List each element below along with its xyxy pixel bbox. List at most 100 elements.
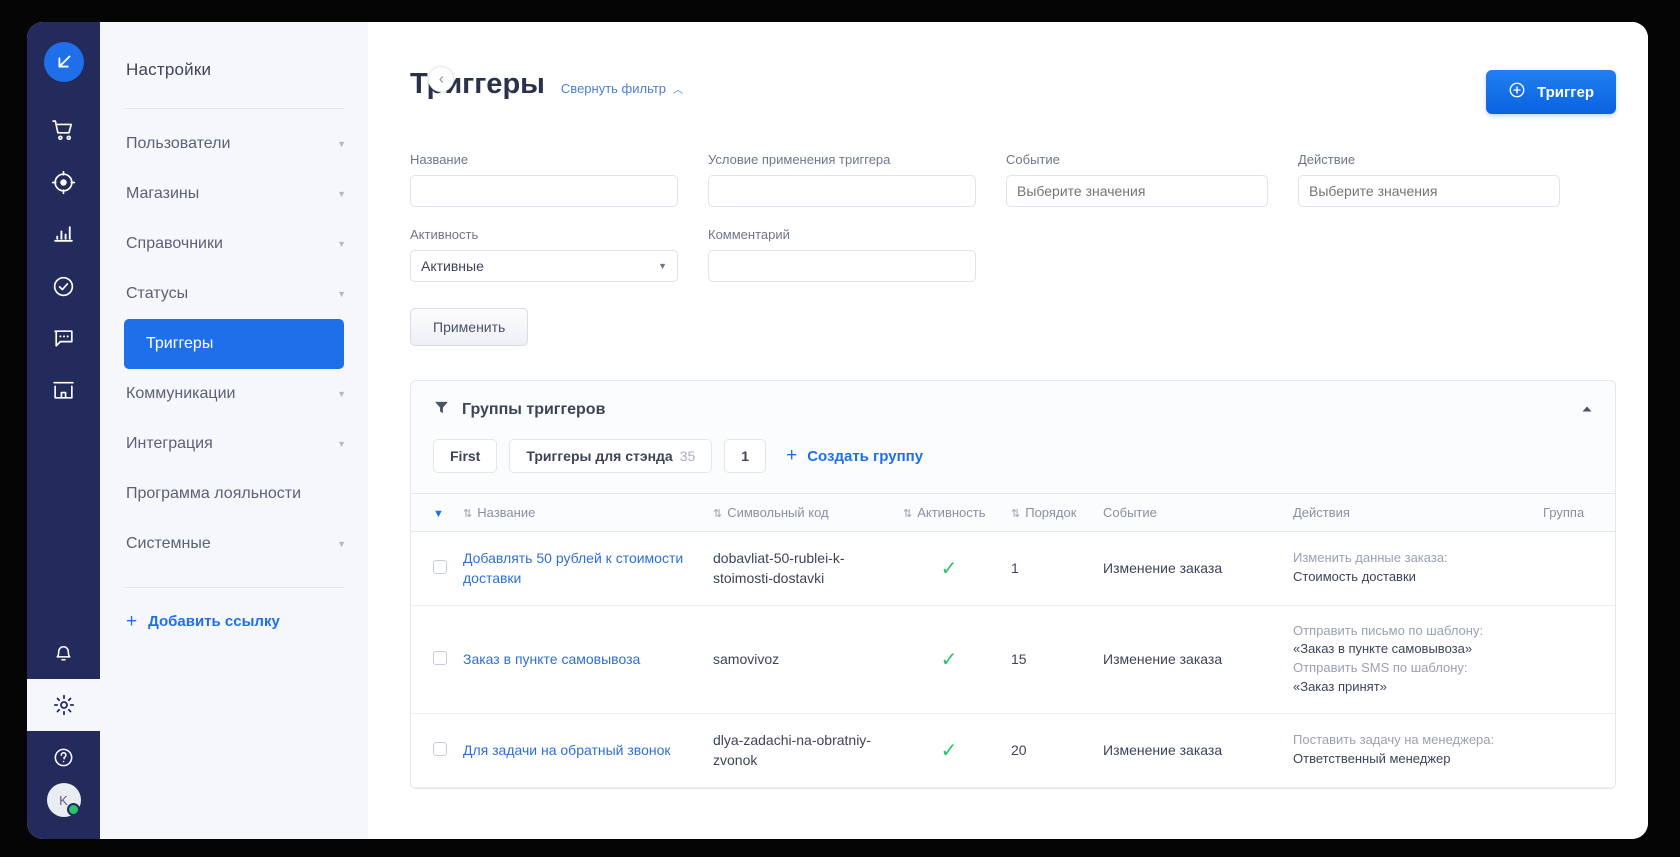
action-entry: Отправить письмо по шаблону: «Заказ в пу… — [1293, 622, 1527, 660]
column-active[interactable]: ⇅ Активность — [895, 493, 1003, 532]
table-row[interactable]: Заказ в пункте самовывоза samovivoz ✓ 15… — [411, 605, 1615, 714]
plus-icon: + — [786, 445, 798, 466]
row-event-cell: Изменение заказа — [1095, 713, 1285, 788]
avatar[interactable]: K — [46, 783, 81, 817]
filter-label-action: Действие — [1298, 152, 1356, 167]
collapse-filter-toggle[interactable]: Свернуть фильтр ︿ — [561, 81, 683, 96]
column-name[interactable]: ⇅ Название — [455, 493, 705, 532]
sidebar-item-communications[interactable]: Коммуникации ▼ — [100, 369, 368, 419]
name-input[interactable] — [410, 175, 678, 207]
column-order-label: Порядок — [1025, 505, 1077, 520]
action-entry: Отправить SMS по шаблону: «Заказ принят» — [1293, 659, 1527, 697]
table-row[interactable]: Для задачи на обратный звонок dlya-zadac… — [411, 713, 1615, 788]
row-active-cell: ✓ — [895, 713, 1003, 788]
store-icon[interactable] — [27, 364, 100, 416]
check-circle-icon[interactable] — [27, 260, 100, 312]
row-active-cell: ✓ — [895, 605, 1003, 714]
analytics-icon[interactable] — [27, 208, 100, 260]
sidebar-item-integration[interactable]: Интеграция ▼ — [100, 419, 368, 469]
action-title: Отправить SMS по шаблону: — [1293, 660, 1468, 676]
row-checkbox[interactable] — [433, 741, 447, 756]
caret-down-icon: ▼ — [433, 508, 444, 520]
sidebar-item-label: Программа лояльности — [126, 485, 302, 502]
trigger-groups-panel: Группы триггеров First Триггеры для стэн… — [410, 380, 1616, 789]
trigger-name-link[interactable]: Для задачи на обратный звонок — [463, 742, 671, 758]
row-checkbox[interactable] — [433, 650, 447, 665]
filter-label-name: Название — [410, 152, 469, 167]
column-group: Группа — [1535, 493, 1615, 532]
filter-label-activity: Активность — [410, 227, 479, 242]
row-code-cell: dobavliat-50-rublei-k-stoimosti-dostavki — [705, 531, 895, 606]
main-inner: Триггеры Свернуть фильтр ︿ Триггер Назва… — [368, 22, 1648, 789]
event-input[interactable] — [1006, 175, 1268, 207]
filter-field-event: Событие — [1006, 152, 1268, 207]
group-chip-one[interactable]: 1 — [724, 439, 767, 473]
filter-field-action: Действие — [1298, 152, 1560, 207]
action-value: Ответственный менеджер — [1293, 751, 1451, 767]
check-icon: ✓ — [940, 557, 958, 580]
sidebar-item-shops[interactable]: Магазины ▼ — [100, 169, 368, 219]
sidebar-item-label: Пользователи — [126, 135, 231, 152]
chevron-down-icon: ▼ — [337, 138, 346, 149]
group-chip-stand[interactable]: Триггеры для стэнда 35 — [509, 439, 713, 473]
column-code[interactable]: ⇅ Символьный код — [705, 493, 895, 532]
sidebar-item-system[interactable]: Системные ▼ — [100, 519, 368, 569]
action-entry: Изменить данные заказа: Стоимость достав… — [1293, 549, 1527, 587]
create-group-button[interactable]: + Создать группу — [786, 445, 923, 467]
condition-input[interactable] — [708, 175, 976, 207]
bell-icon[interactable] — [27, 627, 100, 679]
cart-icon[interactable] — [27, 104, 100, 156]
trigger-code: samovivoz — [713, 651, 780, 668]
row-name-cell: Для задачи на обратный звонок — [455, 713, 705, 788]
sidebar-item-loyalty[interactable]: Программа лояльности — [100, 469, 368, 519]
sidebar-item-triggers[interactable]: Триггеры — [124, 319, 344, 369]
action-input[interactable] — [1298, 175, 1560, 207]
target-icon[interactable] — [27, 156, 100, 208]
row-event-cell: Изменение заказа — [1095, 531, 1285, 606]
table-row[interactable]: Добавлять 50 рублей к стоимости доставки… — [411, 531, 1615, 606]
filter-field-activity: Активность Активные ▼ — [410, 227, 678, 282]
chevron-left-icon — [438, 75, 443, 83]
column-event-label: Событие — [1103, 505, 1157, 520]
sidebar-item-users[interactable]: Пользователи ▼ — [100, 119, 368, 169]
action-title: Поставить задачу на менеджера: — [1293, 732, 1495, 748]
sidebar-item-directories[interactable]: Справочники ▼ — [100, 219, 368, 269]
device-bezel: K Настройки Пользователи ▼ Магазины ▼ Сп… — [0, 0, 1680, 857]
row-actions-cell: Поставить задачу на менеджера: Ответстве… — [1285, 713, 1535, 788]
row-order-cell: 20 — [1003, 713, 1095, 788]
apply-button[interactable]: Применить — [410, 308, 529, 346]
sort-icon: ⇅ — [1011, 508, 1021, 520]
sidebar-item-statuses[interactable]: Статусы ▼ — [100, 269, 368, 319]
column-code-label: Символьный код — [727, 505, 829, 520]
check-icon: ✓ — [940, 739, 958, 762]
trigger-code: dlya-zadachi-na-obratniy-zvonok — [713, 731, 871, 769]
row-checkbox[interactable] — [433, 559, 447, 574]
gear-icon[interactable] — [27, 679, 100, 731]
collapse-sidebar-button[interactable] — [428, 66, 454, 92]
activity-select[interactable]: Активные ▼ — [410, 250, 678, 282]
comment-input[interactable] — [708, 250, 976, 282]
action-value: «Заказ принят» — [1293, 679, 1387, 695]
column-select[interactable]: ▼ — [411, 493, 455, 532]
trigger-name-link[interactable]: Заказ в пункте самовывоза — [463, 651, 640, 667]
chevron-down-icon: ▼ — [337, 238, 346, 249]
group-chip-first[interactable]: First — [433, 439, 498, 473]
collapse-filter-label: Свернуть фильтр — [560, 81, 667, 96]
action-title: Изменить данные заказа: — [1293, 550, 1448, 566]
column-order[interactable]: ⇅ Порядок — [1003, 493, 1095, 532]
add-link-button[interactable]: + Добавить ссылку — [100, 588, 368, 631]
row-actions-cell: Изменить данные заказа: Стоимость достав… — [1285, 531, 1535, 606]
chat-icon[interactable] — [27, 312, 100, 364]
help-icon[interactable] — [27, 731, 100, 783]
sidebar-item-label: Статусы — [126, 285, 189, 302]
column-name-label: Название — [477, 505, 536, 520]
sidebar-item-label: Магазины — [126, 185, 200, 202]
app-logo-icon[interactable] — [43, 42, 84, 82]
panel-collapse-button[interactable] — [1581, 404, 1593, 416]
app-window: K Настройки Пользователи ▼ Магазины ▼ Сп… — [27, 22, 1648, 839]
row-name-cell: Заказ в пункте самовывоза — [455, 605, 705, 714]
column-group-label: Группа — [1543, 505, 1585, 520]
column-active-label: Активность — [917, 505, 986, 520]
trigger-name-link[interactable]: Добавлять 50 рублей к стоимости доставки — [463, 550, 683, 586]
add-trigger-button[interactable]: Триггер — [1486, 70, 1616, 114]
